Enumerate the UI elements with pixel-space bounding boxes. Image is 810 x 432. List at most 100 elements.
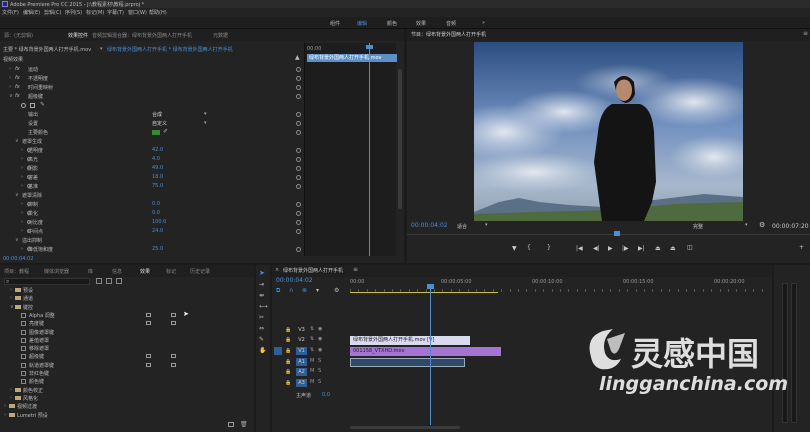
effect-property-row[interactable]: › 阴影 49.0 [0,165,301,173]
tab-1[interactable]: 效果控件 [68,32,88,39]
effect-property-row[interactable]: 输出 合成 ▾ [0,111,301,119]
timeline-timecode[interactable]: 00:00:04:02 [276,277,313,284]
fx-icon[interactable]: fx [15,93,20,99]
button-editor-icon[interactable]: + [799,244,804,251]
mute-icon[interactable]: M [310,379,314,385]
tab-6[interactable]: 历史记录 [190,268,210,275]
key-color-swatch[interactable] [152,130,160,135]
effect-property-row[interactable]: 设置 自定义 ▾ [0,120,301,128]
menu-item[interactable]: 剪辑(C) [44,9,61,16]
track-header[interactable]: 🔒 A1 M S [272,358,350,367]
tab-0[interactable]: 项目：教程 [4,268,29,275]
effect-property-row[interactable]: › 基准 75.0 [0,183,301,191]
effects-tree-item[interactable]: 颜色键 [0,378,250,386]
close-icon[interactable]: × [275,267,279,273]
clip-header[interactable]: 主要 * 绿布背景外国两人打开手机.mov [3,46,98,53]
property-dropdown[interactable]: 自定义 [152,120,208,127]
effects-tree-item[interactable]: › 风格化 [0,395,250,403]
effects-tree-item[interactable]: Alpha 调整 [0,312,250,320]
property-value[interactable]: 4.0 [152,156,160,162]
quality-chevron-icon[interactable]: ▾ [745,222,748,228]
effect-property-row[interactable]: › fx 运动 [0,66,301,74]
settings-icon[interactable]: ⚙ [334,287,339,294]
chevron-right-icon[interactable]: › [4,403,6,409]
export-frame-icon[interactable]: ◫ [687,244,693,251]
chevron-right-icon[interactable]: › [21,174,23,180]
chevron-right-icon[interactable]: › [21,165,23,171]
chevron-right-icon[interactable]: › [10,387,12,393]
property-value[interactable]: 75.0 [152,183,163,189]
stopwatch-icon[interactable] [27,229,31,233]
chevron-down-icon[interactable]: ∨ [10,304,14,310]
new-bin-icon[interactable] [228,422,234,427]
sync-lock-icon[interactable]: ⇅ [310,326,314,332]
fx-icon[interactable]: fx [15,75,20,81]
stopwatch-icon[interactable] [27,175,31,179]
menu-item[interactable]: 文件(F) [2,9,19,16]
menu-item[interactable]: 序列(S) [65,9,82,16]
tab-3[interactable]: 元数据 [213,32,228,39]
effect-property-row[interactable]: › 高光 4.0 [0,156,301,164]
track-id[interactable]: V2 [296,336,307,344]
reset-icon[interactable] [296,112,301,117]
stopwatch-icon[interactable] [27,148,31,152]
accelerated-filter-icon[interactable] [96,278,102,284]
track-header[interactable]: 🔒 A2 M S [272,368,350,377]
time-ruler[interactable]: 00:00 00:00:05:00 00:00:10:00 00:00:15:00 00… [350,277,770,297]
effect-property-row[interactable]: › 中间点 24.0 [0,228,301,236]
quality-select[interactable]: 完整 [693,223,723,230]
effects-tree-item[interactable]: 轨道遮罩键 [0,362,250,370]
panel-menu-icon[interactable]: ≡ [353,266,358,273]
chevron-right-icon[interactable]: › [21,147,23,153]
reset-icon[interactable] [296,247,301,252]
effects-tree-item[interactable]: 差值遮罩 [0,337,250,345]
eyedropper-icon[interactable]: ✐ [163,128,168,135]
property-value[interactable]: 18.0 [152,174,163,180]
chevron-right-icon[interactable]: › [10,287,12,293]
linked-selection-icon[interactable]: ⊗ [302,287,307,294]
fit-chevron-icon[interactable]: ▾ [485,222,488,228]
effect-property-row[interactable]: › 降低饱和度 25.0 [0,246,301,254]
stopwatch-icon[interactable] [27,202,31,206]
chevron-down-icon[interactable]: ▾ [100,46,103,52]
effects-tree-item[interactable]: › 视频过渡 [0,403,250,411]
track-id[interactable]: A1 [296,358,307,366]
chevron-down-icon[interactable]: ∨ [15,237,19,243]
reset-icon[interactable] [296,157,301,162]
workspace-tab[interactable]: 编辑 [357,20,367,27]
chevron-right-icon[interactable]: › [21,156,23,162]
effects-tree-item[interactable]: 非红色键 [0,370,250,378]
mini-playhead[interactable] [369,43,370,256]
in-point-icon[interactable]: { [527,244,531,251]
stopwatch-icon[interactable] [27,211,31,215]
chevron-right-icon[interactable]: › [10,295,12,301]
track-select-tool-icon[interactable]: ⇥ [259,281,264,288]
yuv-filter-icon[interactable] [116,278,122,284]
chevron-right-icon[interactable]: › [4,412,6,418]
chevron-right-icon[interactable]: › [21,246,23,252]
property-value[interactable]: 25.0 [152,246,163,252]
chevron-right-icon[interactable]: › [9,84,11,90]
timeline-scrollbar[interactable] [350,426,460,429]
reset-icon[interactable] [296,175,301,180]
ripple-edit-tool-icon[interactable]: ⇹ [259,292,264,299]
sync-lock-icon[interactable]: ⇅ [310,347,314,353]
effect-property-row[interactable]: ∨ 遮罩清除 [0,192,300,200]
track-header[interactable]: 🔒 V2 ⇅ ◉ [272,336,350,345]
effects-tree-item[interactable]: 超级键 [0,353,250,361]
reset-icon[interactable] [296,220,301,225]
reset-icon[interactable] [296,94,301,99]
razor-tool-icon[interactable]: ✂ [259,314,264,321]
eye-icon[interactable]: ◉ [318,347,322,353]
work-area-bar[interactable] [350,292,498,293]
sequence-tab[interactable]: 绿布背景外国两人打开手机 [283,267,343,274]
track-lock-icon[interactable]: 🔒 [285,327,291,333]
wrench-icon[interactable]: ⚙ [759,221,765,229]
effect-property-row[interactable]: › fx 时间重映射 [0,84,301,92]
mini-playhead-head[interactable] [366,45,373,49]
stopwatch-icon[interactable] [27,157,31,161]
chevron-right-icon[interactable]: › [21,183,23,189]
effect-property-row[interactable]: ✎ [0,101,300,110]
master-volume[interactable]: 0.0 [322,392,330,398]
tab-3[interactable]: 信息 [112,268,122,275]
